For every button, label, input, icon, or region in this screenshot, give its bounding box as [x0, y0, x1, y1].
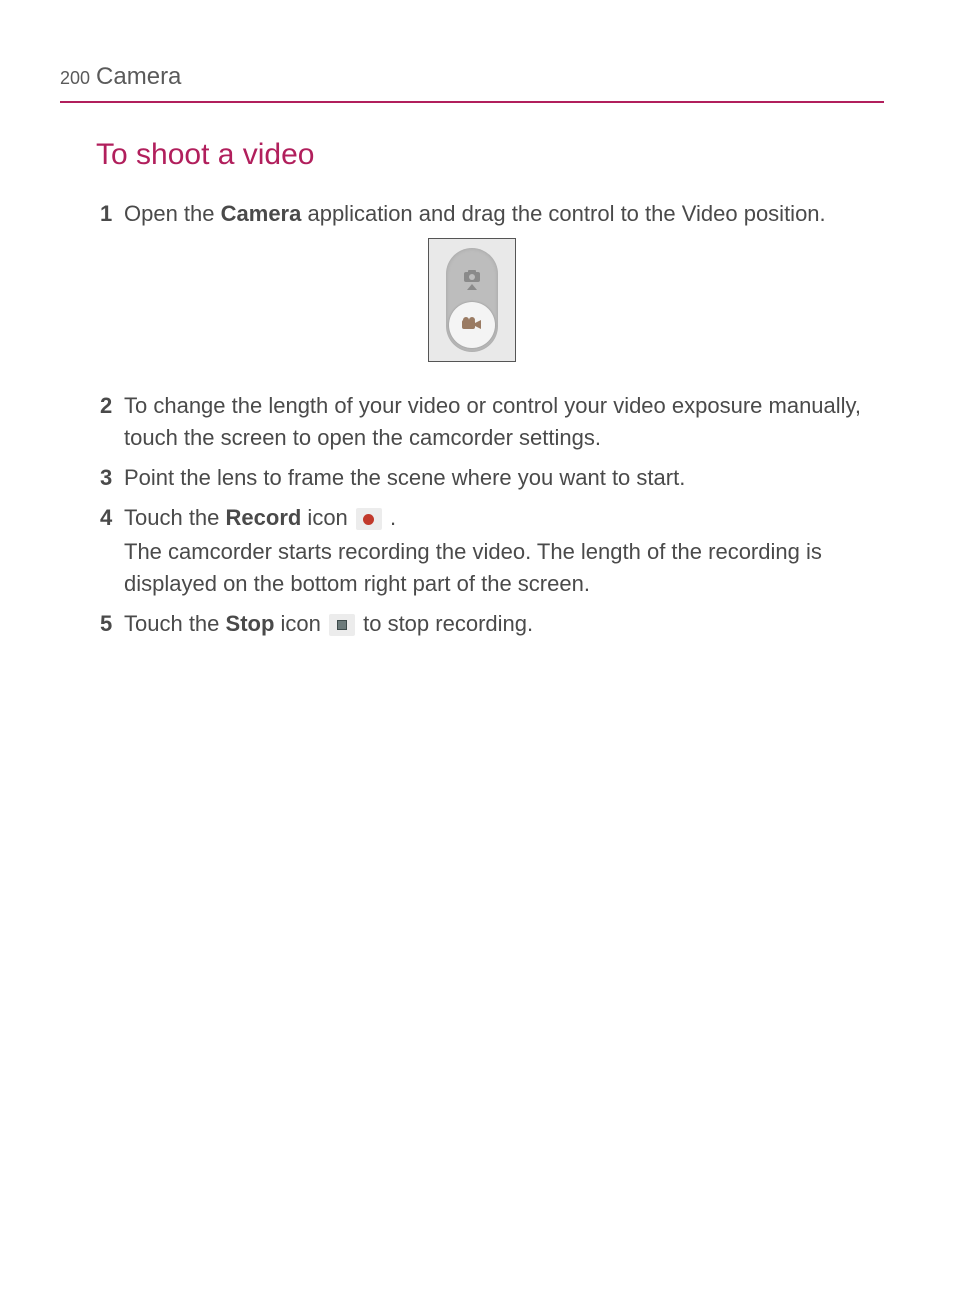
record-icon: [356, 508, 382, 530]
arrow-up-icon: [467, 284, 477, 290]
camera-video-toggle-figure: [60, 238, 884, 362]
stop-icon: [329, 614, 355, 636]
step-3: 3 Point the lens to frame the scene wher…: [100, 462, 884, 494]
step-text: To change the length of your video or co…: [124, 393, 861, 450]
step-continuation: The camcorder starts recording the video…: [124, 536, 884, 600]
step-text: Open the Camera application and drag the…: [124, 201, 826, 226]
header-title: Camera: [96, 60, 181, 95]
step-text: Touch the Stop icon to stop recording.: [124, 611, 533, 636]
mode-knob: [449, 302, 495, 348]
step-number: 1: [100, 198, 120, 230]
section-title: To shoot a video: [96, 133, 884, 177]
step-number: 2: [100, 390, 120, 454]
manual-page: 200 Camera To shoot a video 1 Open the C…: [0, 0, 954, 639]
step-number: 3: [100, 462, 120, 494]
step-body: To change the length of your video or co…: [124, 390, 884, 454]
page-header: 200 Camera: [60, 60, 884, 103]
step-1: 1 Open the Camera application and drag t…: [100, 198, 884, 230]
step-4: 4 Touch the Record icon . The camcorder …: [100, 502, 884, 600]
step-text: Point the lens to frame the scene where …: [124, 465, 685, 490]
step-text: Touch the Record icon .: [124, 505, 396, 530]
mode-toggle: [446, 248, 498, 352]
page-number: 200: [60, 65, 90, 91]
step-5: 5 Touch the Stop icon to stop recording.: [100, 608, 884, 640]
step-body: Touch the Record icon . The camcorder st…: [124, 502, 884, 600]
step-number: 4: [100, 502, 120, 600]
step-body: Touch the Stop icon to stop recording.: [124, 608, 884, 640]
step-body: Point the lens to frame the scene where …: [124, 462, 884, 494]
step-2: 2 To change the length of your video or …: [100, 390, 884, 454]
step-number: 5: [100, 608, 120, 640]
control-frame: [428, 238, 516, 362]
camcorder-icon: [461, 309, 483, 341]
step-body: Open the Camera application and drag the…: [124, 198, 884, 230]
